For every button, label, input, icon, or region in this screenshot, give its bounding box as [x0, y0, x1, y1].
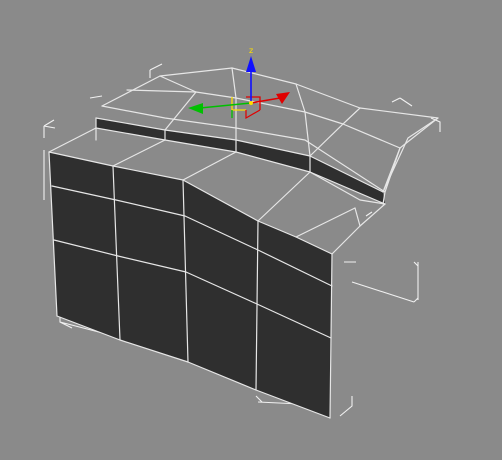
y-axis-arrow-icon [188, 103, 203, 114]
viewport-canvas[interactable]: z [0, 0, 502, 460]
move-transform-gizmo[interactable]: z [188, 46, 290, 120]
gizmo-z-axis[interactable]: z [246, 46, 256, 103]
perspective-viewport[interactable]: z [0, 0, 502, 460]
z-axis-arrow-icon [246, 56, 256, 72]
gizmo-x-axis[interactable] [250, 92, 290, 104]
svg-text:z: z [249, 46, 253, 55]
gizmo-y-axis[interactable] [188, 102, 252, 114]
gizmo-pivot [249, 101, 253, 105]
